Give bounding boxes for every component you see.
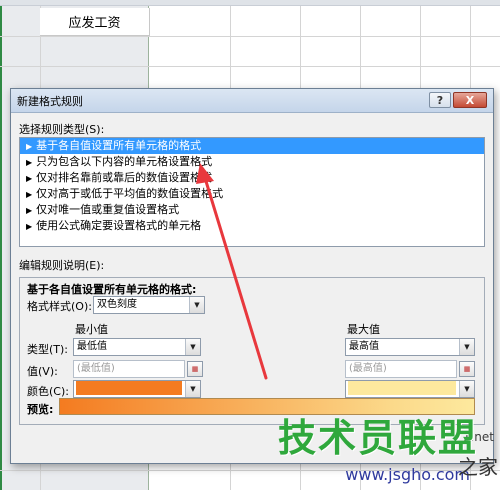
min-color-select[interactable]: ▼ (73, 380, 201, 398)
max-value-heading: 最大值 (347, 323, 380, 336)
rule-type-item[interactable]: ▶ 基于各自值设置所有单元格的格式 (20, 138, 484, 154)
min-type-select[interactable]: 最低值 ▼ (73, 338, 201, 356)
min-value-heading: 最小值 (75, 323, 108, 336)
max-color-select[interactable]: ▼ (345, 380, 475, 398)
chevron-down-icon: ▼ (459, 381, 474, 397)
format-style-select[interactable]: 双色刻度 ▼ (93, 296, 205, 314)
dialog-title: 新建格式规则 (17, 95, 83, 108)
type-label: 类型(T): (27, 343, 69, 356)
triangle-right-icon: ▶ (26, 158, 33, 167)
triangle-right-icon: ▶ (26, 142, 33, 151)
min-value-input[interactable]: (最低值) (73, 360, 185, 378)
triangle-right-icon: ▶ (26, 206, 33, 215)
rule-type-list[interactable]: ▶ 基于各自值设置所有单元格的格式 ▶ 只为包含以下内容的单元格设置格式 ▶ 仅对排名… (19, 137, 485, 247)
grid-line (0, 36, 500, 37)
header-cell[interactable]: 应发工资 (40, 8, 150, 36)
watermark-brand: 技术员联盟 (277, 416, 478, 460)
watermark-url: www.jsgho.com (345, 465, 470, 484)
chevron-down-icon: ▼ (185, 381, 200, 397)
min-color-swatch (76, 381, 182, 395)
rule-type-item[interactable]: ▶ 仅对高于或低于平均值的数值设置格式 (20, 186, 484, 202)
format-style-label: 格式样式(O): (27, 300, 92, 313)
triangle-right-icon: ▶ (26, 174, 33, 183)
chevron-down-icon: ▼ (185, 339, 200, 355)
max-type-select[interactable]: 最高值 ▼ (345, 338, 475, 356)
help-button[interactable]: ? (429, 92, 451, 108)
triangle-right-icon: ▶ (26, 190, 33, 199)
range-picker-icon[interactable]: ▦ (187, 361, 203, 377)
rule-type-item[interactable]: ▶ 使用公式确定要设置格式的单元格 (20, 218, 484, 234)
watermark-zhi: 之家 (458, 455, 498, 479)
chevron-down-icon: ▼ (459, 339, 474, 355)
range-picker-icon[interactable]: ▦ (459, 361, 475, 377)
rule-type-item[interactable]: ▶ 只为包含以下内容的单元格设置格式 (20, 154, 484, 170)
triangle-right-icon: ▶ (26, 222, 33, 231)
rule-type-item[interactable]: ▶ 仅对排名靠前或靠后的数值设置格式 (20, 170, 484, 186)
edit-description-label: 编辑规则说明(E): (19, 259, 105, 272)
color-label: 颜色(C): (27, 385, 69, 398)
grid-line (0, 66, 500, 67)
max-color-swatch (348, 381, 456, 395)
max-value-input[interactable]: (最高值) (345, 360, 457, 378)
description-heading: 基于各自值设置所有单元格的格式: (27, 283, 197, 296)
dialog-titlebar[interactable]: 新建格式规则 (11, 89, 493, 113)
preview-label: 预览: (27, 403, 54, 416)
rule-type-item[interactable]: ▶ 仅对唯一值或重复值设置格式 (20, 202, 484, 218)
value-label: 值(V): (27, 365, 58, 378)
chevron-down-icon: ▼ (189, 297, 204, 313)
rule-type-label: 选择规则类型(S): (19, 123, 105, 136)
close-button[interactable]: X (453, 92, 487, 108)
